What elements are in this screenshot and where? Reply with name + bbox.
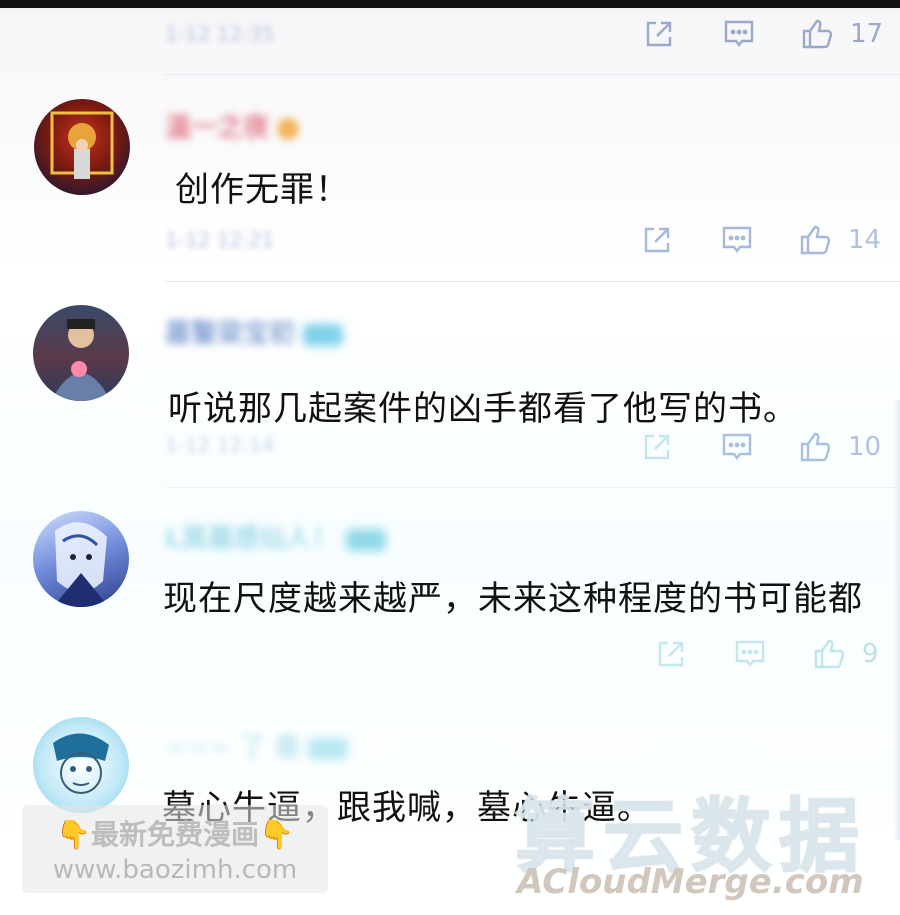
share-icon[interactable] [642, 17, 676, 51]
share-icon[interactable] [640, 430, 674, 464]
thumbs-up-icon[interactable] [812, 637, 846, 671]
watermark-line2: www.baozimh.com [52, 855, 298, 885]
thumbs-up-icon[interactable] [800, 17, 834, 51]
like-count: 14 [848, 225, 882, 255]
divider [165, 487, 900, 488]
comment-time-blurred: 1-12 12:14 [165, 433, 275, 457]
comment-text: 创作无罪！ [175, 170, 350, 210]
reply-icon[interactable] [733, 637, 767, 671]
comment-actions: 9 [650, 637, 900, 677]
thumbs-up-icon[interactable] [798, 223, 832, 257]
comment-time-blurred: 1-12 12:21 [165, 228, 275, 252]
reply-icon[interactable] [722, 17, 756, 51]
share-icon[interactable] [640, 223, 674, 257]
avatar[interactable] [33, 305, 129, 401]
thumbs-up-icon[interactable] [798, 430, 832, 464]
like-count: 17 [850, 19, 884, 49]
comment-actions: 14 [638, 223, 900, 263]
pointing-down-icon: 👇 [56, 818, 91, 851]
reply-icon[interactable] [720, 430, 754, 464]
watermark-line1: 👇最新免费漫画👇 [56, 818, 294, 851]
scroll-edge [893, 400, 900, 840]
share-icon[interactable] [654, 637, 688, 671]
divider [165, 281, 900, 282]
comment-actions: 10 [638, 430, 900, 470]
watermark-logo-url: ACloudMerge.com [517, 862, 864, 902]
comment-time-blurred: 1-12 12:35 [165, 22, 275, 46]
comment-actions: 17 [640, 17, 900, 57]
pointing-down-icon: 👇 [259, 818, 294, 851]
username-blurred: L莫墓感仙人！ [165, 518, 386, 555]
like-count: 9 [862, 639, 879, 669]
watermark-badge: 👇最新免费漫画👇 www.baozimh.com [22, 805, 328, 893]
avatar[interactable] [33, 717, 129, 813]
username-blurred: 温一之夜 [165, 107, 300, 144]
avatar[interactable] [34, 99, 130, 195]
username-blurred: 墓警梁宝初 [165, 313, 344, 350]
divider [165, 74, 900, 75]
reply-icon[interactable] [720, 223, 754, 257]
comment-text: 听说那几起案件的凶手都看了他写的书。 [168, 389, 798, 429]
like-count: 10 [848, 432, 882, 462]
comment-screen: 1-12 12:35 17 温一之夜 创作无罪！ 1-12 12:21 14 墓… [0, 0, 900, 915]
avatar[interactable] [33, 511, 129, 607]
comment-text: 现在尺度越来越严，未来这种程度的书可能都 [163, 579, 863, 619]
top-bar [0, 0, 900, 11]
username-blurred: ~~~ 了 墨 [165, 727, 349, 764]
